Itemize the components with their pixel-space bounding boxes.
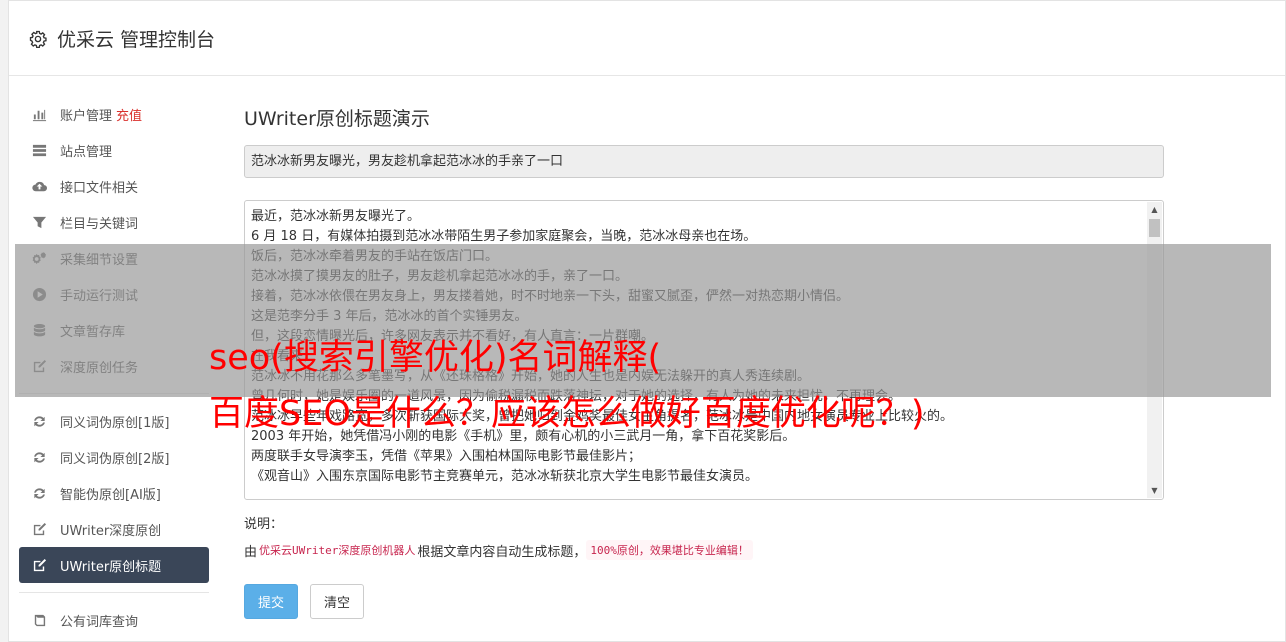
recharge-link[interactable]: 充值	[116, 105, 142, 124]
top-bar: 优采云 管理控制台	[9, 1, 1285, 76]
app-title: 优采云 管理控制台	[57, 29, 216, 51]
book-icon	[31, 612, 47, 628]
sidebar-item-label: 账户管理	[60, 108, 113, 124]
clear-button[interactable]: 清空	[310, 584, 365, 619]
cloud-upload-icon	[31, 178, 47, 194]
sidebar-item-label: 栏目与关键词	[60, 216, 139, 232]
sidebar-item-13[interactable]: 公有词库查询	[19, 602, 209, 638]
sidebar-item-label: 智能伪原创[AI版]	[60, 487, 161, 503]
gear-icon	[29, 30, 47, 48]
scroll-thumb[interactable]	[1149, 219, 1160, 237]
scroll-up-icon[interactable]: ▲	[1147, 202, 1162, 217]
note-label: 说明：	[244, 517, 284, 532]
sidebar-item-label: UWriter深度原创	[60, 523, 162, 539]
sidebar-item-2[interactable]: 接口文件相关	[19, 168, 209, 204]
server-icon	[31, 142, 47, 158]
sidebar-item-label: 接口文件相关	[60, 180, 139, 196]
overlay-line-2: 百度SEO是什么？应该怎么做好百度优化呢？)	[209, 394, 925, 434]
filter-icon	[31, 214, 47, 230]
refresh-icon	[31, 449, 47, 465]
sidebar-item-1[interactable]: 站点管理	[19, 132, 209, 168]
action-buttons: 提交 清空	[244, 584, 1164, 619]
sidebar-item-11[interactable]: UWriter深度原创	[19, 511, 209, 547]
sidebar-item-3[interactable]: 栏目与关键词	[19, 204, 209, 240]
scroll-down-icon[interactable]: ▼	[1147, 483, 1162, 498]
sidebar-item-10[interactable]: 智能伪原创[AI版]	[19, 475, 209, 511]
note-middle: 根据文章内容自动生成标题，	[417, 544, 587, 560]
brand[interactable]: 优采云 管理控制台	[29, 25, 215, 52]
sidebar-item-0[interactable]: 账户管理 充值	[19, 96, 209, 132]
note-robot: 优采云UWriter深度原创机器人	[259, 544, 416, 557]
sidebar-item-12[interactable]: UWriter原创标题	[19, 547, 209, 583]
generated-title-field[interactable]: 范冰冰新男友曝光，男友趁机拿起范冰冰的手亲了一口	[244, 145, 1164, 178]
sidebar-item-label: 同义词伪原创[1版]	[60, 415, 170, 431]
submit-button[interactable]: 提交	[244, 584, 299, 619]
note-badge: 100%原创，效果堪比专业编辑！	[586, 540, 753, 560]
sidebar-divider	[19, 592, 209, 593]
refresh-icon	[31, 485, 47, 501]
note-line: 由 优采云UWriter深度原创机器人 根据文章内容自动生成标题， 100%原创…	[244, 540, 1164, 560]
edit-icon	[31, 521, 47, 537]
article-line: 《观音山》入围东京国际电影节主竞赛单元，范冰冰斩获北京大学生电影节最佳女演员。	[251, 469, 759, 484]
sidebar-item-label: 同义词伪原创[2版]	[60, 451, 170, 467]
page-title: UWriter原创标题演示	[244, 108, 430, 130]
article-line: 最近，范冰冰新男友曝光了。	[251, 209, 421, 224]
note-prefix: 由	[244, 544, 258, 560]
bar-chart-icon	[31, 106, 47, 122]
article-line: 两度联手女导演李玉，凭借《苹果》入围柏林国际电影节最佳影片；	[251, 449, 642, 464]
sidebar-item-9[interactable]: 同义词伪原创[2版]	[19, 439, 209, 475]
edit-icon	[31, 557, 47, 573]
sidebar-item-label: 站点管理	[60, 144, 113, 160]
refresh-icon	[31, 413, 47, 429]
overlay-line-1: seo(搜索引擎优化)名词解释(	[209, 338, 662, 378]
overlay-headline: seo(搜索引擎优化)名词解释( 百度SEO是什么？应该怎么做好百度优化呢？)	[209, 330, 925, 442]
sidebar-item-label: 公有词库查询	[60, 614, 139, 630]
sidebar-item-label: UWriter原创标题	[60, 559, 162, 575]
sidebar-item-8[interactable]: 同义词伪原创[1版]	[19, 403, 209, 439]
